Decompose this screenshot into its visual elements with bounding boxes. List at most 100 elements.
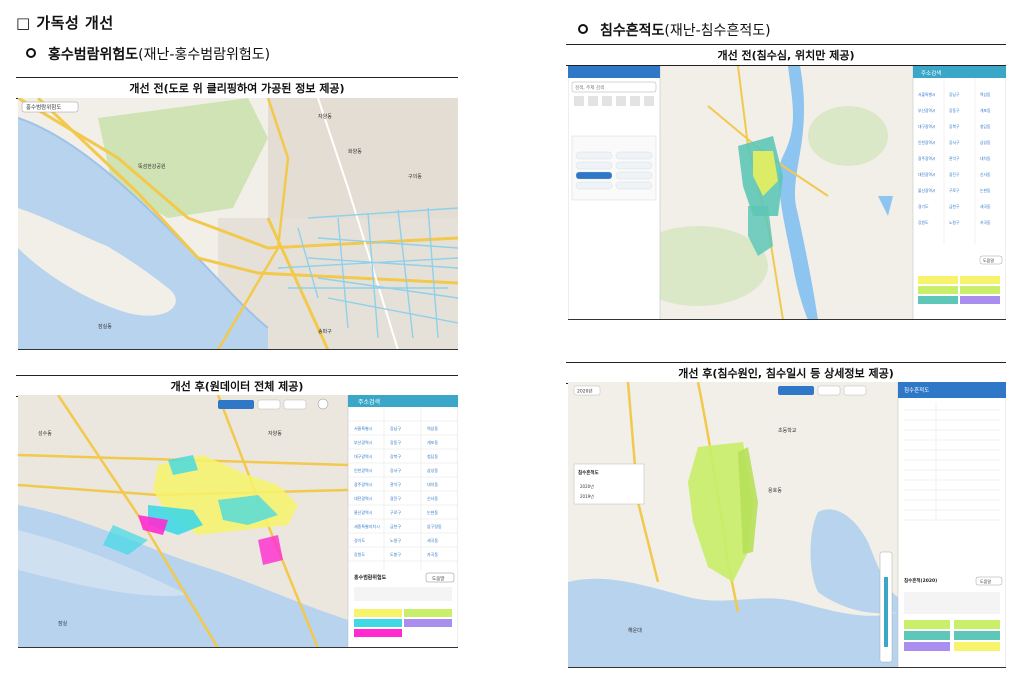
svg-text:개포동: 개포동 bbox=[980, 108, 991, 113]
svg-text:개포동: 개포동 bbox=[427, 439, 438, 445]
inund-float-year2: 2019년 bbox=[580, 493, 594, 499]
svg-text:관악구: 관악구 bbox=[390, 481, 401, 487]
svg-text:부산광역시: 부산광역시 bbox=[354, 439, 373, 445]
svg-text:강동구: 강동구 bbox=[949, 108, 960, 113]
svg-text:구의동: 구의동 bbox=[408, 173, 422, 180]
section-heading: □ 가독성 개선 bbox=[16, 14, 114, 32]
svg-text:강북구: 강북구 bbox=[390, 453, 401, 459]
svg-text:강남구: 강남구 bbox=[949, 92, 960, 97]
svg-text:울산광역시: 울산광역시 bbox=[354, 509, 373, 515]
svg-text:강남구: 강남구 bbox=[390, 425, 401, 431]
caption-inund-after: 개선 후(침수원인, 침수일시 등 상세정보 제공) bbox=[566, 362, 1006, 384]
svg-text:자양동: 자양동 bbox=[318, 113, 332, 120]
svg-text:성수동: 성수동 bbox=[38, 430, 52, 437]
legend-help-button: 도움말 bbox=[432, 575, 444, 582]
flood-layer-tag: 홍수범람위험도 bbox=[26, 103, 61, 111]
svg-text:인천광역시: 인천광역시 bbox=[354, 467, 373, 473]
caption-flood-after: 개선 후(원데이터 전체 제공) bbox=[16, 375, 458, 397]
inund-legend-title: 침수흔적(2020) bbox=[904, 577, 937, 584]
flood-risk-subheading: 홍수범람위험도(재난-홍수범람위험도) bbox=[26, 44, 270, 64]
svg-text:해운대: 해운대 bbox=[628, 627, 642, 634]
search-placeholder: 검색, 주제 검색 bbox=[575, 84, 604, 91]
svg-text:압구정동: 압구정동 bbox=[427, 523, 442, 529]
svg-text:삼성동: 삼성동 bbox=[980, 140, 991, 145]
svg-text:광진구: 광진구 bbox=[390, 495, 401, 501]
flood-risk-name: 홍수범람위험도 bbox=[48, 47, 139, 63]
inundation-source: (재난-침수흔적도) bbox=[664, 23, 771, 39]
svg-text:인천광역시: 인천광역시 bbox=[918, 140, 935, 145]
svg-text:청담동: 청담동 bbox=[980, 124, 991, 129]
svg-text:청담동: 청담동 bbox=[427, 453, 438, 459]
caption-inund-before: 개선 전(침수심, 위치만 제공) bbox=[566, 44, 1006, 66]
svg-text:경기도: 경기도 bbox=[354, 537, 365, 543]
svg-text:역삼동: 역삼동 bbox=[980, 92, 991, 97]
svg-text:신사동: 신사동 bbox=[980, 172, 991, 177]
map-inund-after[interactable]: 초등학교용호동해운대 2020년 침수흔적도 2020년 2019년 침수흔적도… bbox=[568, 382, 1006, 668]
svg-text:초등학교: 초등학교 bbox=[778, 427, 797, 434]
svg-text:세곡동: 세곡동 bbox=[427, 537, 438, 543]
svg-text:대전광역시: 대전광역시 bbox=[354, 495, 373, 501]
svg-text:광주광역시: 광주광역시 bbox=[354, 481, 373, 487]
svg-text:뚝섬한강공원: 뚝섬한강공원 bbox=[138, 163, 166, 170]
svg-text:잠실동: 잠실동 bbox=[98, 323, 112, 330]
inund-detail-title: 침수흔적도 bbox=[904, 386, 929, 394]
svg-text:화양동: 화양동 bbox=[348, 148, 362, 155]
svg-text:용호동: 용호동 bbox=[768, 488, 782, 494]
map-flood-after[interactable]: 성수동 자양동잠실 주소검색 서울특별시 강남구 역삼동 부산광역시 강동구 개포동 대구… bbox=[18, 395, 458, 648]
svg-text:자양동: 자양동 bbox=[268, 430, 282, 437]
inund-float-title: 침수흔적도 bbox=[578, 469, 599, 476]
svg-text:관악구: 관악구 bbox=[949, 156, 960, 161]
inund-float-year1: 2020년 bbox=[580, 483, 594, 489]
svg-text:세곡동: 세곡동 bbox=[980, 204, 991, 209]
svg-text:울산광역시: 울산광역시 bbox=[918, 188, 935, 193]
inundation-subheading: 침수흔적도(재난-침수흔적도) bbox=[578, 20, 771, 40]
svg-text:도봉구: 도봉구 bbox=[390, 551, 401, 557]
svg-text:잠실: 잠실 bbox=[58, 620, 68, 627]
inund-year-tag: 2020년 bbox=[577, 388, 593, 395]
flood-risk-source: (재난-홍수범람위험도) bbox=[138, 47, 271, 63]
svg-text:금천구: 금천구 bbox=[390, 523, 401, 529]
svg-text:삼성동: 삼성동 bbox=[427, 467, 438, 473]
svg-text:강북구: 강북구 bbox=[949, 124, 960, 129]
svg-text:광진구: 광진구 bbox=[949, 172, 960, 177]
svg-text:금천구: 금천구 bbox=[949, 204, 960, 209]
svg-text:부산광역시: 부산광역시 bbox=[918, 108, 935, 113]
svg-text:세종특별자치시: 세종특별자치시 bbox=[354, 523, 380, 529]
flood-legend-title: 홍수범람위험도 bbox=[354, 574, 387, 581]
svg-text:자곡동: 자곡동 bbox=[427, 551, 438, 557]
svg-text:대치동: 대치동 bbox=[427, 481, 438, 487]
inund-address-title: 주소검색 bbox=[921, 69, 941, 77]
svg-text:노원구: 노원구 bbox=[949, 220, 960, 225]
svg-text:광주광역시: 광주광역시 bbox=[918, 156, 935, 161]
svg-text:서울특별시: 서울특별시 bbox=[918, 92, 935, 97]
svg-text:논현동: 논현동 bbox=[980, 188, 991, 193]
svg-text:강서구: 강서구 bbox=[390, 467, 401, 473]
svg-text:경기도: 경기도 bbox=[918, 204, 929, 209]
inund-legend-help: 도움말 bbox=[980, 578, 991, 584]
address-panel-title: 주소검색 bbox=[358, 398, 380, 406]
bullet-ring-icon bbox=[26, 48, 36, 58]
svg-text:강원도: 강원도 bbox=[918, 220, 929, 225]
svg-text:강원도: 강원도 bbox=[354, 551, 365, 557]
svg-text:구로구: 구로구 bbox=[390, 510, 401, 515]
svg-text:서울특별시: 서울특별시 bbox=[354, 425, 373, 431]
svg-text:구로구: 구로구 bbox=[949, 188, 960, 193]
inund-help-button: 도움말 bbox=[983, 257, 994, 263]
svg-text:대구광역시: 대구광역시 bbox=[918, 124, 935, 129]
svg-text:신사동: 신사동 bbox=[427, 495, 438, 501]
svg-text:강서구: 강서구 bbox=[949, 140, 960, 145]
svg-text:대치동: 대치동 bbox=[980, 156, 991, 161]
svg-text:논현동: 논현동 bbox=[427, 509, 438, 515]
inundation-name: 침수흔적도 bbox=[600, 23, 665, 39]
svg-text:대전광역시: 대전광역시 bbox=[918, 172, 935, 177]
svg-text:노원구: 노원구 bbox=[390, 537, 401, 543]
svg-text:자곡동: 자곡동 bbox=[980, 220, 991, 225]
svg-text:역삼동: 역삼동 bbox=[427, 425, 438, 431]
map-inund-before[interactable]: 검색, 주제 검색 주소검색 서울특별시 강남구 역삼동 부산광역시 강동구 개포동 대… bbox=[568, 66, 1006, 320]
bullet-ring-icon bbox=[578, 24, 588, 34]
svg-text:강동구: 강동구 bbox=[390, 439, 401, 445]
map-flood-before[interactable]: 자양동화양동구의동 잠실동송파구 뚝섬한강공원 홍수범람위험도 bbox=[18, 98, 458, 350]
caption-flood-before: 개선 전(도로 위 클리핑하여 가공된 정보 제공) bbox=[16, 77, 458, 99]
svg-text:송파구: 송파구 bbox=[318, 328, 332, 335]
svg-text:대구광역시: 대구광역시 bbox=[354, 453, 373, 459]
